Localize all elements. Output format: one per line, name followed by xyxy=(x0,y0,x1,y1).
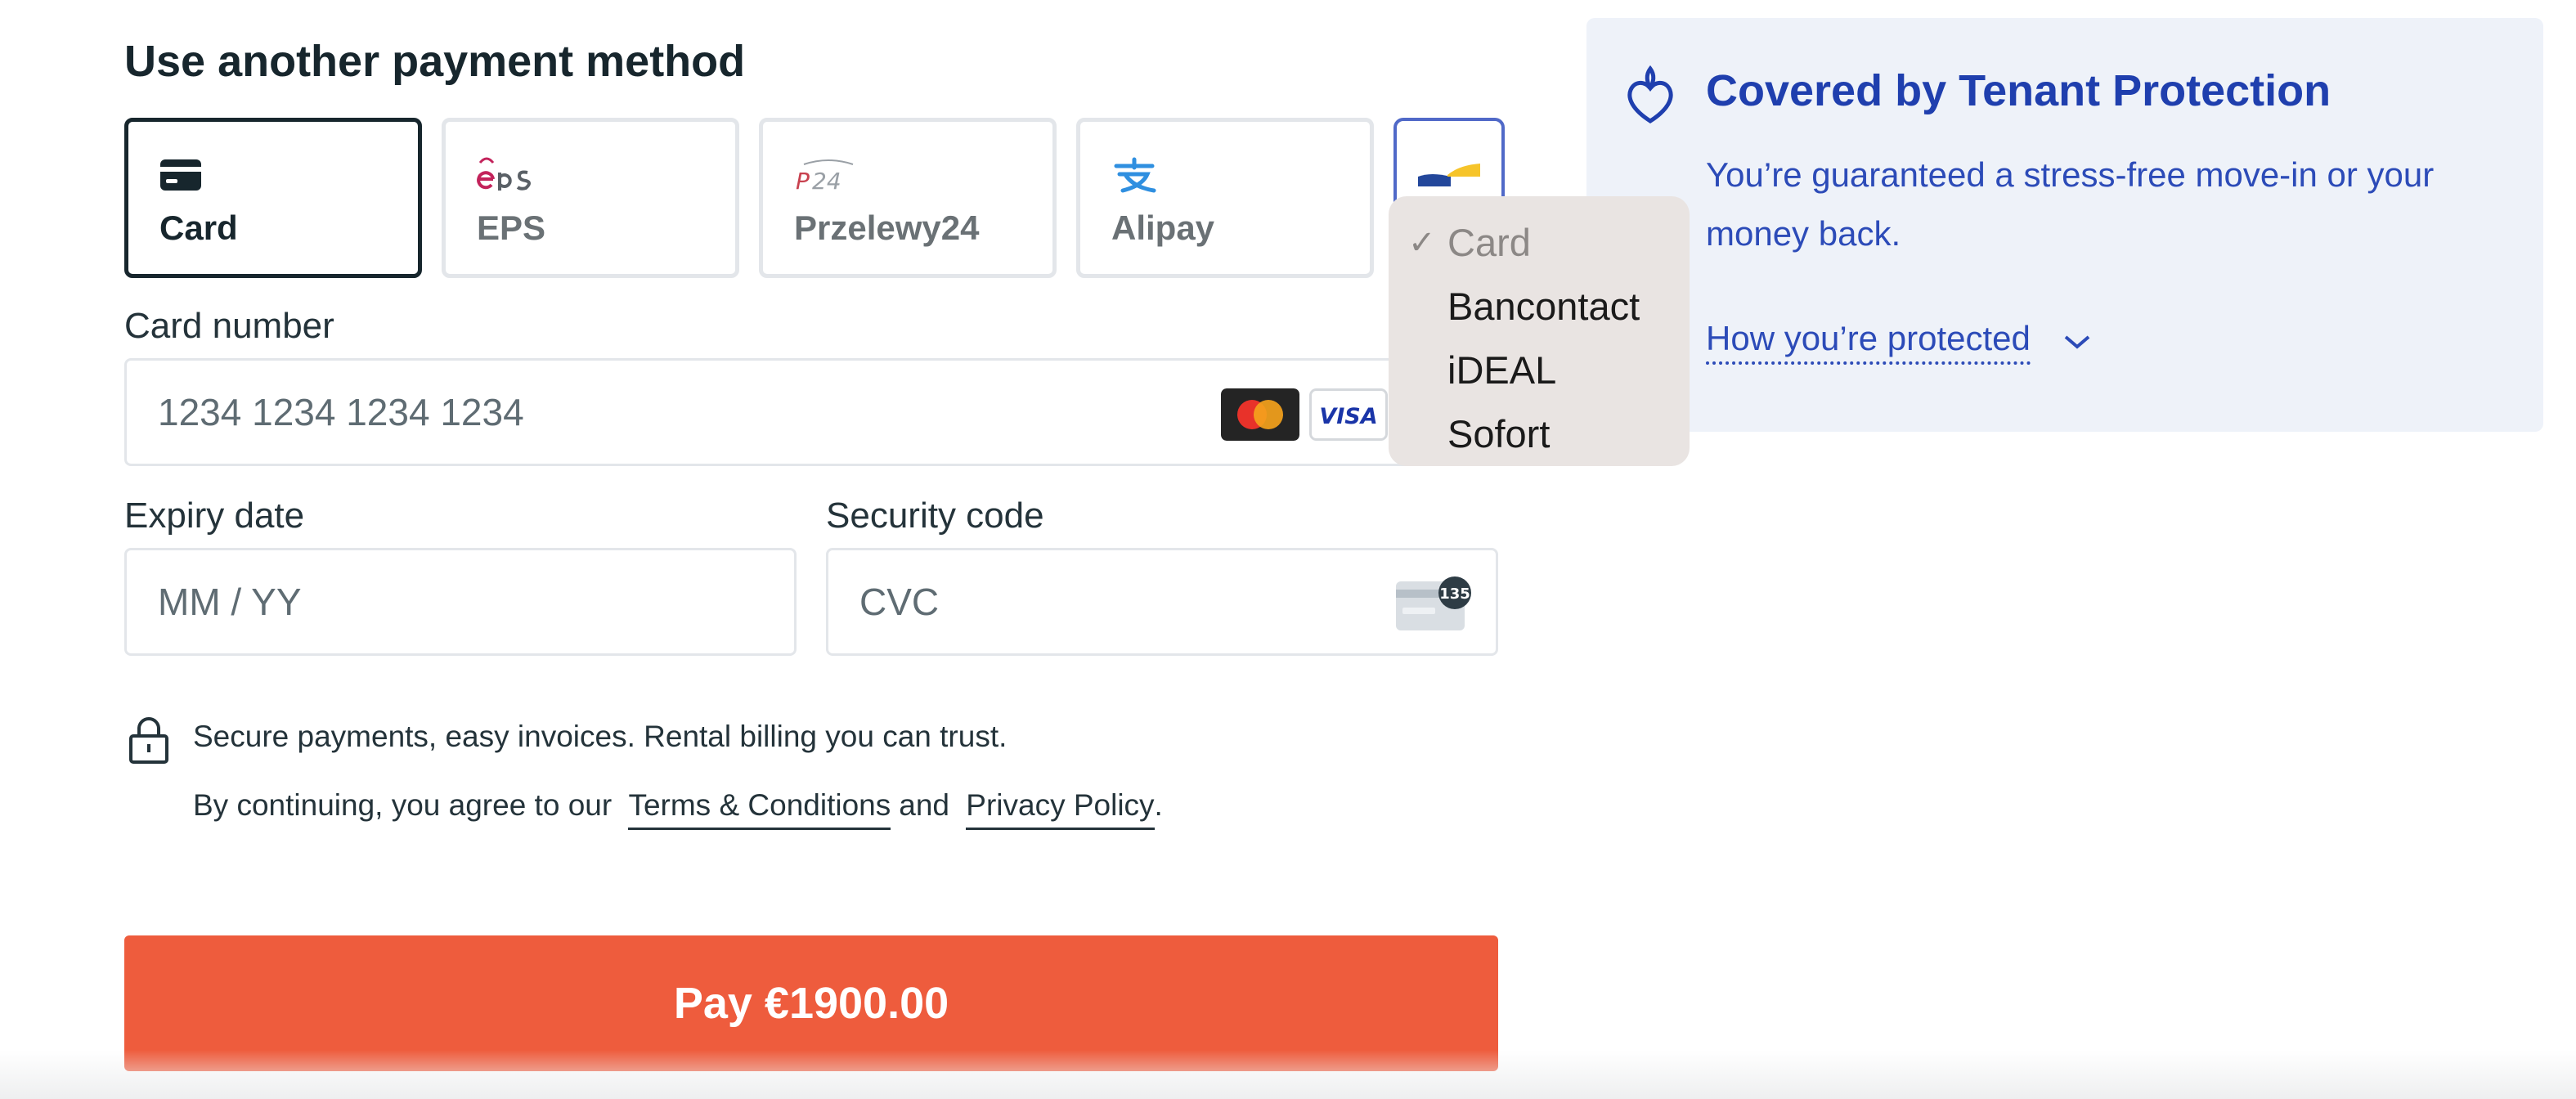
card-number-placeholder: 1234 1234 1234 1234 xyxy=(158,391,524,433)
pay-button[interactable]: Pay €1900.00 xyxy=(124,935,1498,1071)
secure-payments-note: Secure payments, easy invoices. Rental b… xyxy=(193,720,1008,753)
dropdown-item-label: Bancontact xyxy=(1447,285,1640,328)
chevron-down-icon[interactable] xyxy=(2062,332,2092,352)
tab-eps-label: EPS xyxy=(477,209,546,247)
visa-icon: VISA xyxy=(1309,388,1388,441)
protection-heart-icon xyxy=(1627,65,1673,123)
agreement-prefix: By continuing, you agree to our xyxy=(193,788,613,822)
expiry-label: Expiry date xyxy=(124,496,305,536)
tab-przelewy24-label: Przelewy24 xyxy=(794,209,980,247)
dropdown-item-label: iDEAL xyxy=(1447,348,1557,392)
how-protected-link[interactable]: How you’re protected xyxy=(1706,319,2031,365)
mastercard-icon xyxy=(1221,388,1299,441)
tab-card[interactable]: Card xyxy=(124,118,422,278)
lock-icon xyxy=(129,717,168,764)
cvc-card-icon: 135 xyxy=(1396,576,1471,630)
expiry-input[interactable]: MM / YY xyxy=(124,548,797,656)
agreement-and: and xyxy=(899,788,949,822)
tab-alipay-label: Alipay xyxy=(1111,209,1215,247)
checkmark-icon: ✓ xyxy=(1408,225,1436,261)
cvc-badge-text: 135 xyxy=(1439,585,1470,603)
alipay-logo-icon xyxy=(1114,157,1156,193)
expiry-placeholder: MM / YY xyxy=(158,581,302,623)
protection-description: You’re guaranteed a stress-free move-in … xyxy=(1706,155,2435,253)
eps-logo-icon xyxy=(477,157,531,191)
tenant-protection-panel: Covered by Tenant Protection You’re guar… xyxy=(1586,18,2543,432)
visa-text: VISA xyxy=(1319,404,1377,429)
svg-text:24: 24 xyxy=(812,168,841,195)
dropdown-item-sofort[interactable]: Sofort xyxy=(1389,402,1690,466)
tab-eps[interactable]: EPS xyxy=(442,118,739,278)
privacy-link[interactable]: Privacy Policy xyxy=(966,788,1155,830)
dropdown-item-label: Sofort xyxy=(1447,412,1551,455)
svg-text:P: P xyxy=(796,168,810,195)
dropdown-item-ideal[interactable]: iDEAL xyxy=(1389,339,1690,402)
p24-logo-icon: P 24 xyxy=(796,159,854,195)
security-code-placeholder: CVC xyxy=(859,581,940,623)
more-methods-icon xyxy=(1418,164,1480,186)
dropdown-item-card[interactable]: ✓ Card xyxy=(1389,211,1690,275)
tab-przelewy24[interactable]: P 24 Przelewy24 xyxy=(759,118,1057,278)
dropdown-item-bancontact[interactable]: Bancontact xyxy=(1389,275,1690,339)
agreement-text: By continuing, you agree to our Terms & … xyxy=(193,788,1163,830)
security-code-label: Security code xyxy=(826,496,1044,536)
terms-link[interactable]: Terms & Conditions xyxy=(628,788,891,830)
credit-card-icon xyxy=(160,159,201,191)
card-number-label: Card number xyxy=(124,306,334,346)
card-number-input[interactable]: 1234 1234 1234 1234 VISA xyxy=(124,358,1498,466)
security-code-input[interactable]: CVC 135 xyxy=(826,548,1498,656)
protection-title: Covered by Tenant Protection xyxy=(1706,66,2331,115)
page-title: Use another payment method xyxy=(124,37,746,86)
tab-alipay[interactable]: Alipay xyxy=(1076,118,1374,278)
agreement-suffix: . xyxy=(1154,788,1163,822)
tab-card-label: Card xyxy=(159,209,238,247)
payment-method-dropdown: ✓ Card Bancontact iDEAL Sofort xyxy=(1389,196,1690,466)
dropdown-item-label: Card xyxy=(1447,221,1531,264)
